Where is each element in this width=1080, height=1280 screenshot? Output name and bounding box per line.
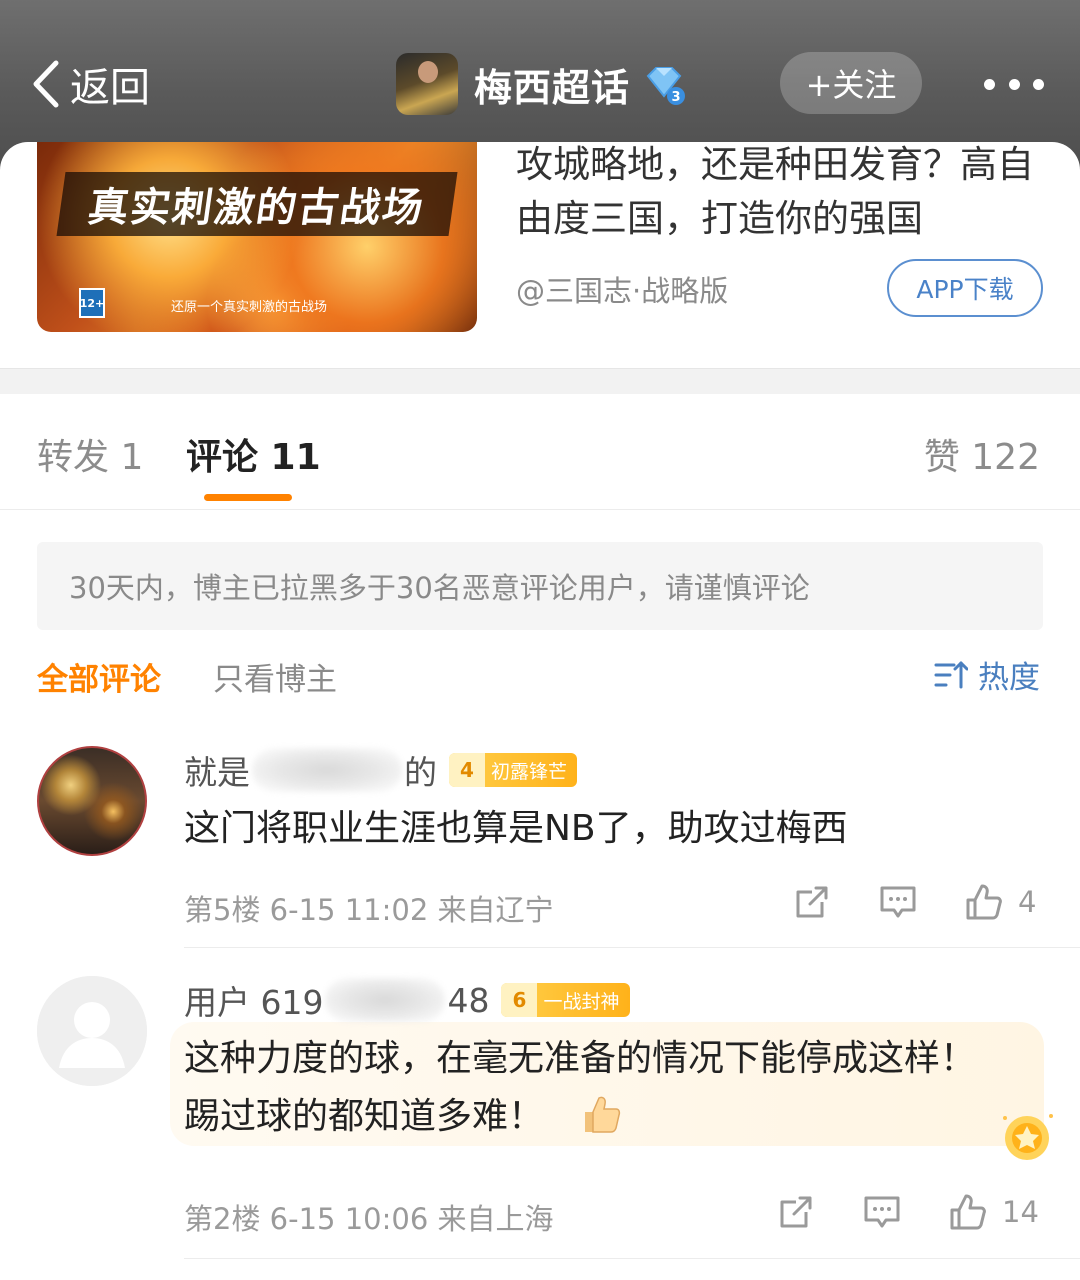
ad-source[interactable]: @三国志·战略版: [516, 268, 728, 310]
ad-image-subtitle: 还原一个真实刺激的古战场: [171, 300, 328, 315]
interaction-tabs: 转发 1 评论 11 赞 122: [0, 394, 1080, 510]
default-avatar-icon: [37, 976, 147, 1086]
like-count: 14: [1002, 1195, 1039, 1229]
hot-comment-medal-icon: [1003, 1114, 1053, 1160]
share-icon: [780, 1196, 812, 1228]
like-count: 4: [1018, 885, 1037, 919]
app-download-button[interactable]: APP下载: [887, 259, 1043, 317]
badge-text: 初露锋芒: [491, 760, 568, 783]
diamond-level-icon: 3: [646, 67, 686, 105]
fan-level-badge: 6 一战封神: [501, 983, 630, 1017]
ad-card[interactable]: 真实刺激的古战场 12+ 还原一个真实刺激的古战场 攻城略地，还是种田发育？高自…: [0, 142, 1080, 368]
chevron-left-icon: [33, 60, 59, 108]
ad-image-title: 真实刺激的古战场: [56, 172, 458, 236]
back-label: 返回: [70, 65, 150, 111]
like-button[interactable]: 14: [948, 1192, 1039, 1232]
tab-comment[interactable]: 评论 11: [186, 428, 321, 480]
back-button[interactable]: 返回: [28, 56, 150, 112]
redacted-name-blur: [325, 978, 446, 1022]
topic-header[interactable]: 梅西超话 3: [396, 52, 686, 116]
badge-level: 6: [501, 983, 538, 1017]
repost-button[interactable]: [776, 1192, 816, 1232]
sort-label: 热度: [978, 660, 1040, 696]
comment-actions: 14: [730, 1192, 1039, 1232]
tab-repost[interactable]: 转发 1: [37, 428, 143, 480]
badge-text: 一战封神: [543, 990, 620, 1013]
comment-icon: [864, 1196, 900, 1228]
comment-author[interactable]: 用户 619 48 6 一战封神: [184, 976, 630, 1024]
comment-actions: 4: [746, 882, 1036, 922]
comment-divider: [184, 1258, 1080, 1259]
comment-meta: 第2楼 6-15 10:06 来自上海: [184, 1202, 554, 1236]
filter-all-comments[interactable]: 全部评论: [37, 654, 161, 699]
author-name-prefix: 就是: [184, 753, 250, 792]
tab-like[interactable]: 赞 122: [924, 428, 1040, 480]
comment-item: 用户 619 48 6 一战封神 这种力度的球，在毫无准备的情况下能停成这样！踢…: [0, 974, 1080, 1264]
comment-item: 就是 的 4 初露锋芒 这门将职业生涯也算是NB了，助攻过梅西 第5楼 6-15…: [0, 744, 1080, 950]
comment-text: 这种力度的球，在毫无准备的情况下能停成这样！踢过球的都知道多难！: [184, 1030, 1004, 1146]
author-name-suffix: 48: [447, 980, 490, 1020]
comment-icon: [880, 886, 916, 918]
thumbs-up-emoji-icon: [585, 1096, 621, 1133]
like-button[interactable]: 4: [964, 882, 1036, 922]
reply-button[interactable]: [878, 882, 918, 922]
sort-icon: [934, 661, 968, 688]
repost-button[interactable]: [792, 882, 832, 922]
filter-blogger-only[interactable]: 只看博主: [213, 654, 337, 699]
sort-button[interactable]: 热度: [934, 652, 1040, 697]
age-rating-badge: 12+: [79, 288, 105, 318]
ad-text: 攻城略地，还是种田发育？高自由度三国，打造你的强国: [516, 143, 1034, 240]
thumbs-up-icon: [950, 1194, 986, 1230]
topic-avatar: [396, 53, 458, 115]
comment-notice: 30天内，博主已拉黑多于30名恶意评论用户，请谨慎评论: [37, 542, 1043, 630]
comment-text: 这门将职业生涯也算是NB了，助攻过梅西: [184, 808, 848, 849]
comment-filter-bar: 全部评论 只看博主 热度: [0, 650, 1080, 704]
more-dots-icon[interactable]: [984, 70, 1044, 98]
author-name-prefix: 用户 619: [184, 983, 324, 1022]
page-title: 梅西超话: [474, 65, 631, 110]
thumbs-up-icon: [966, 884, 1002, 920]
section-divider: [0, 368, 1080, 394]
reply-button[interactable]: [862, 1192, 902, 1232]
badge-level: 4: [449, 753, 485, 787]
author-name-suffix: 的: [404, 753, 437, 792]
comment-meta: 第5楼 6-15 11:02 来自辽宁: [184, 893, 554, 927]
ad-image[interactable]: 真实刺激的古战场 12+ 还原一个真实刺激的古战场: [37, 142, 477, 332]
redacted-name-blur: [252, 748, 402, 792]
active-tab-indicator: [204, 494, 292, 501]
svg-text:3: 3: [671, 90, 680, 105]
share-icon: [796, 886, 828, 918]
avatar[interactable]: [37, 746, 147, 856]
avatar[interactable]: [37, 976, 147, 1086]
comment-divider: [184, 947, 1080, 948]
fan-level-badge: 4 初露锋芒: [449, 753, 578, 787]
follow-button[interactable]: +关注: [780, 52, 922, 114]
comment-author[interactable]: 就是 的 4 初露锋芒: [184, 746, 578, 794]
